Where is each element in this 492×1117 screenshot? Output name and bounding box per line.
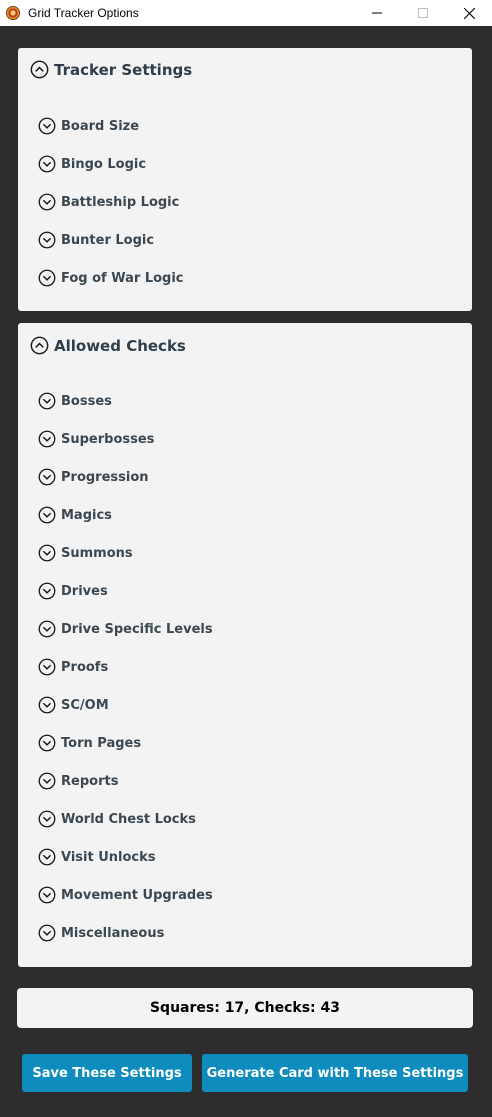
summary-bar: Squares: 17, Checks: 43 [17,988,473,1028]
expander-label: Bingo Logic [61,156,147,172]
expander-label: Battleship Logic [61,194,180,210]
expander-movement-upgrades[interactable]: Movement Upgrades [38,885,213,905]
app-icon [6,6,20,20]
chevron-down-icon [38,848,56,866]
expander-label: Summons [61,545,133,561]
expander-proofs[interactable]: Proofs [38,657,108,677]
chevron-down-icon [38,772,56,790]
chevron-down-icon [38,620,56,638]
chevron-down-icon [38,231,56,249]
title-bar: Grid Tracker Options [0,0,492,26]
expander-label: World Chest Locks [61,811,196,827]
expander-magics[interactable]: Magics [38,505,112,525]
chevron-down-icon [38,544,56,562]
expander-label: Fog of War Logic [61,270,184,286]
chevron-down-icon [38,193,56,211]
chevron-down-icon [38,810,56,828]
close-icon [463,7,475,19]
allowed-checks-header[interactable]: Allowed Checks [30,336,186,355]
tracker-settings-header[interactable]: Tracker Settings [30,60,192,79]
tracker-settings-title: Tracker Settings [54,60,193,79]
maximize-button[interactable] [400,0,446,26]
expander-label: Drives [61,583,108,599]
expander-drive-specific-levels[interactable]: Drive Specific Levels [38,619,213,639]
expander-bunter-logic[interactable]: Bunter Logic [38,230,154,250]
chevron-down-icon [38,468,56,486]
save-settings-button[interactable]: Save These Settings [22,1054,192,1092]
expander-superbosses[interactable]: Superbosses [38,429,154,449]
expander-label: Magics [61,507,112,523]
chevron-up-icon [30,336,49,355]
minimize-button[interactable] [354,0,400,26]
expander-sc-om[interactable]: SC/OM [38,695,109,715]
expander-label: Reports [61,773,119,789]
expander-bosses[interactable]: Bosses [38,391,112,411]
chevron-down-icon [38,392,56,410]
chevron-down-icon [38,155,56,173]
chevron-down-icon [38,269,56,287]
expander-label: Visit Unlocks [61,849,156,865]
expander-miscellaneous[interactable]: Miscellaneous [38,923,164,943]
expander-label: Bunter Logic [61,232,155,248]
expander-reports[interactable]: Reports [38,771,118,791]
tracker-settings-panel: Tracker Settings Board Size Bingo Logic … [18,48,472,311]
expander-bingo-logic[interactable]: Bingo Logic [38,154,146,174]
chevron-down-icon [38,734,56,752]
expander-label: Board Size [61,118,140,134]
minimize-icon [372,12,382,14]
expander-label: Superbosses [61,431,155,447]
maximize-icon [418,8,428,18]
chevron-down-icon [38,924,56,942]
window-controls [354,0,492,26]
expander-fog-of-war-logic[interactable]: Fog of War Logic [38,268,184,288]
window-title: Grid Tracker Options [28,6,139,20]
chevron-down-icon [38,582,56,600]
chevron-up-icon [30,60,49,79]
chevron-down-icon [38,117,56,135]
expander-label: SC/OM [61,697,109,713]
expander-torn-pages[interactable]: Torn Pages [38,733,141,753]
expander-label: Progression [61,469,149,485]
allowed-checks-panel: Allowed Checks Bosses Superbosses Progre… [18,323,472,967]
expander-visit-unlocks[interactable]: Visit Unlocks [38,847,156,867]
allowed-checks-title: Allowed Checks [54,336,186,355]
expander-label: Miscellaneous [61,925,165,941]
expander-label: Movement Upgrades [61,887,213,903]
expander-world-chest-locks[interactable]: World Chest Locks [38,809,196,829]
generate-card-button[interactable]: Generate Card with These Settings [202,1054,468,1092]
close-button[interactable] [446,0,492,26]
chevron-down-icon [38,506,56,524]
chevron-down-icon [38,696,56,714]
chevron-down-icon [38,430,56,448]
expander-label: Proofs [61,659,109,675]
chevron-down-icon [38,658,56,676]
chevron-down-icon [38,886,56,904]
expander-board-size[interactable]: Board Size [38,116,139,136]
expander-drives[interactable]: Drives [38,581,108,601]
expander-label: Drive Specific Levels [61,621,213,637]
expander-summons[interactable]: Summons [38,543,133,563]
expander-progression[interactable]: Progression [38,467,149,487]
expander-battleship-logic[interactable]: Battleship Logic [38,192,179,212]
expander-label: Torn Pages [61,735,142,751]
summary-text: Squares: 17, Checks: 43 [149,1000,341,1016]
expander-label: Bosses [61,393,112,409]
